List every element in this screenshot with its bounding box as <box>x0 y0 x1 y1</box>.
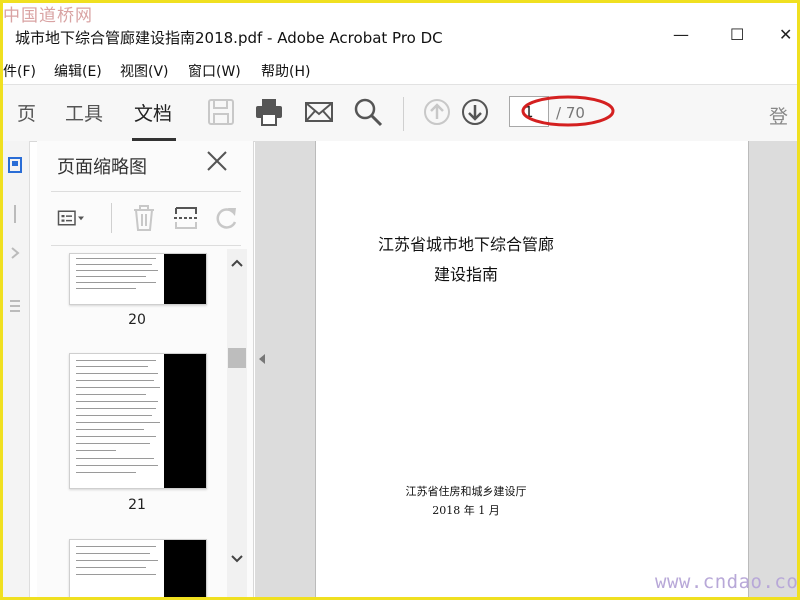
document-page-next <box>615 141 749 597</box>
panel-tool-separator <box>111 203 112 233</box>
thumbnail-scrollbar[interactable] <box>227 249 247 597</box>
thumbnail-page-number: 21 <box>128 497 146 513</box>
search-icon[interactable] <box>352 96 384 128</box>
highlight-ellipse <box>521 95 615 127</box>
save-icon[interactable] <box>205 96 237 128</box>
scroll-down-icon[interactable] <box>229 553 245 565</box>
menu-bar: 件(F) 编辑(E) 视图(V) 窗口(W) 帮助(H) <box>3 57 797 83</box>
menu-edit[interactable]: 编辑(E) <box>54 61 102 81</box>
minimize-button[interactable]: — <box>673 25 689 44</box>
panel-divider <box>51 191 241 192</box>
menu-window[interactable]: 窗口(W) <box>188 61 241 81</box>
tab-tools[interactable]: 工具 <box>65 99 103 126</box>
document-title-line2: 建设指南 <box>433 265 498 284</box>
scroll-up-icon[interactable] <box>229 257 245 269</box>
delete-icon[interactable] <box>129 204 159 232</box>
close-icon[interactable] <box>205 149 229 173</box>
page-down-icon[interactable] <box>459 96 491 128</box>
title-bar: 城市地下综合管廊建设指南2018.pdf - Adobe Acrobat Pro… <box>3 3 797 55</box>
bookmarks-nav-icon[interactable] <box>8 203 22 225</box>
toolbar-separator <box>403 97 404 131</box>
collapse-panel-icon[interactable] <box>257 353 267 365</box>
thumbnail-page-number: 20 <box>128 312 146 328</box>
panel-divider <box>51 245 241 246</box>
document-organization: 江苏省住房和城乡建设厅 <box>405 485 527 498</box>
page-thumbnail[interactable] <box>69 539 207 597</box>
document-page: 江苏省城市地下综合管廊 建设指南 江苏省住房和城乡建设厅 2018 年 1 月 <box>315 141 617 597</box>
thumbnails-nav-icon[interactable] <box>8 157 22 173</box>
menu-help[interactable]: 帮助(H) <box>261 61 310 81</box>
scroll-thumb[interactable] <box>228 348 246 368</box>
attachments-nav-icon[interactable] <box>8 245 22 261</box>
options-icon[interactable] <box>57 204 87 232</box>
panel-title: 页面缩略图 <box>57 157 147 178</box>
menu-file[interactable]: 件(F) <box>3 61 36 81</box>
crop-icon[interactable] <box>171 204 201 232</box>
window-title: 城市地下综合管廊建设指南2018.pdf - Adobe Acrobat Pro… <box>15 29 443 47</box>
page-up-icon[interactable] <box>421 96 453 128</box>
layers-nav-icon[interactable] <box>8 297 22 315</box>
menu-view[interactable]: 视图(V) <box>120 61 169 81</box>
acrobat-window: 城市地下综合管廊建设指南2018.pdf - Adobe Acrobat Pro… <box>3 3 797 597</box>
print-icon[interactable] <box>253 96 285 128</box>
tab-document[interactable]: 文档 <box>134 99 172 126</box>
login-link[interactable]: 登 <box>769 102 788 129</box>
close-button[interactable]: ✕ <box>779 25 792 44</box>
watermark-top: 中国道桥网 <box>3 6 93 26</box>
main-toolbar: 页 工具 文档 1 / 70 登 <box>3 84 797 142</box>
rotate-icon[interactable] <box>211 204 241 232</box>
page-thumbnail[interactable] <box>69 253 207 305</box>
maximize-button[interactable]: ☐ <box>730 25 744 44</box>
page-thumbnails-panel: 页面缩略图 20 21 <box>37 141 254 597</box>
document-date: 2018 年 1 月 <box>432 504 500 517</box>
navigation-strip <box>3 141 30 597</box>
thumbnail-list: 20 21 <box>37 249 227 597</box>
email-icon[interactable] <box>303 96 335 128</box>
watermark-bottom: www.cndao.com <box>655 571 797 593</box>
page-thumbnail[interactable] <box>69 353 207 489</box>
document-title-line1: 江苏省城市地下综合管廊 <box>377 235 554 254</box>
tab-home[interactable]: 页 <box>17 99 36 126</box>
